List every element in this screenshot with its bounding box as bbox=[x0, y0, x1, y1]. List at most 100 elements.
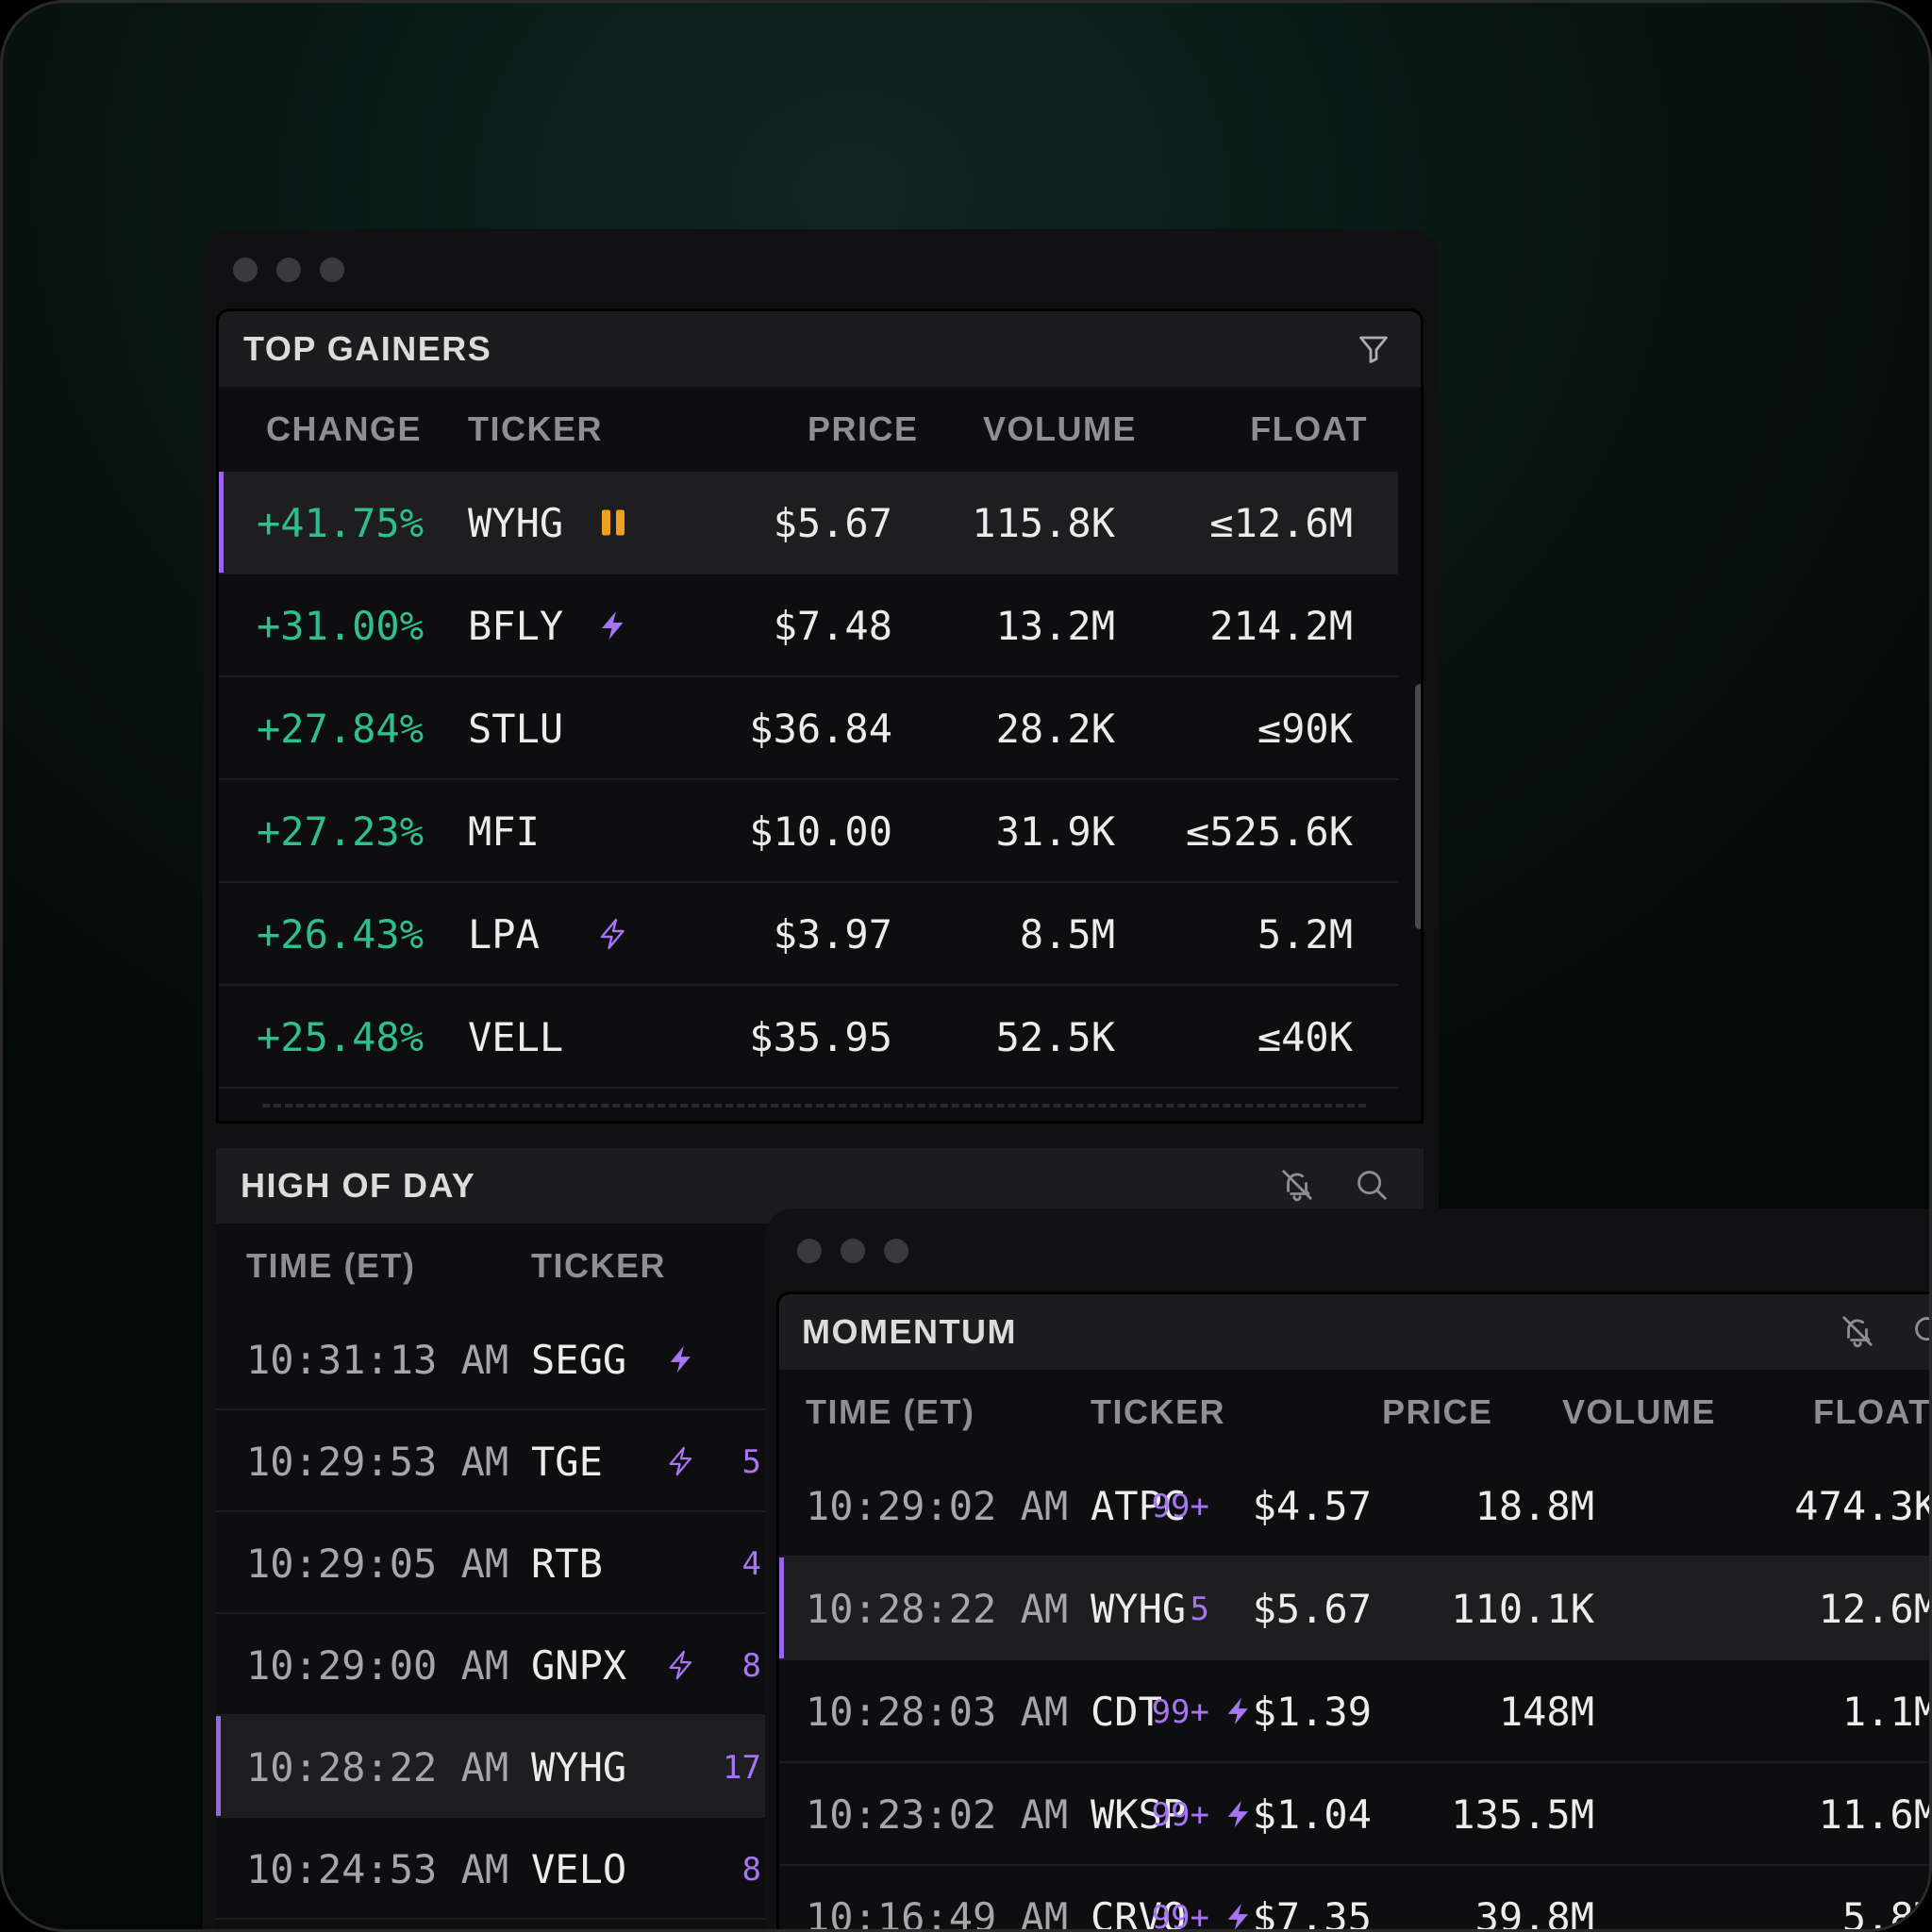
selection-indicator bbox=[216, 1716, 221, 1816]
window-close-button[interactable] bbox=[233, 258, 258, 282]
window-minimize-button[interactable] bbox=[841, 1239, 865, 1263]
time-cell: 10:29:05 AM bbox=[246, 1541, 509, 1587]
change-cell: +31.00% bbox=[257, 603, 425, 649]
window-zoom-button[interactable] bbox=[884, 1239, 908, 1263]
partial-row bbox=[219, 1104, 1398, 1121]
float-cell: ≤525.6K bbox=[1185, 808, 1353, 855]
price-cell: $7.35 bbox=[1252, 1894, 1372, 1932]
price-cell: $5.67 bbox=[1252, 1586, 1372, 1632]
table-row[interactable]: +31.00% BFLY $7.48 13.2M 214.2M bbox=[219, 575, 1398, 677]
count-badge: 8 bbox=[741, 1647, 761, 1685]
halt-icon bbox=[596, 506, 630, 540]
ticker-cell: SEGG bbox=[531, 1337, 627, 1383]
time-cell: 10:16:49 AM bbox=[806, 1894, 1069, 1932]
float-cell: 5.8M bbox=[1841, 1894, 1932, 1932]
float-cell: ≤12.6M bbox=[1209, 500, 1353, 546]
float-cell: 1.1M bbox=[1841, 1689, 1932, 1735]
window-controls bbox=[233, 258, 344, 282]
change-cell: +25.48% bbox=[257, 1014, 425, 1060]
filter-icon[interactable] bbox=[1357, 332, 1391, 366]
price-cell: $4.57 bbox=[1252, 1483, 1372, 1529]
table-row[interactable]: +41.75% WYHG $5.67 115.8K ≤12.6M bbox=[219, 472, 1398, 575]
column-header-ticker[interactable]: TICKER bbox=[1091, 1370, 1225, 1455]
column-header-change[interactable]: CHANGE bbox=[266, 387, 422, 472]
panel-title: HIGH OF DAY bbox=[241, 1166, 476, 1205]
column-header-ticker[interactable]: TICKER bbox=[531, 1224, 666, 1308]
time-cell: 10:28:03 AM bbox=[806, 1689, 1069, 1735]
column-header-volume[interactable]: VOLUME bbox=[983, 387, 1137, 472]
table-row[interactable]: 10:29:02 AM ATPC $4.57 18.8M 474.3K 99+ bbox=[779, 1455, 1932, 1557]
window-close-button[interactable] bbox=[797, 1239, 822, 1263]
ticker-cell: VELO bbox=[531, 1846, 627, 1892]
time-cell: 10:29:53 AM bbox=[246, 1439, 509, 1485]
volume-cell: 110.1K bbox=[1451, 1586, 1594, 1632]
time-cell: 10:23:02 AM bbox=[806, 1791, 1069, 1838]
table-row[interactable]: 10:28:03 AM CDT $1.39 148M 1.1M 99+ bbox=[779, 1660, 1932, 1763]
table-row[interactable]: +25.48% VELL $35.95 52.5K ≤40K bbox=[219, 986, 1398, 1089]
table-row[interactable]: +27.84% STLU $36.84 28.2K ≤90K bbox=[219, 677, 1398, 780]
count-badge: 5 bbox=[741, 1443, 761, 1481]
window-minimize-button[interactable] bbox=[276, 258, 301, 282]
float-cell: ≤90K bbox=[1257, 706, 1353, 752]
table-row[interactable]: 10:29:05 AM RTB 4 bbox=[216, 1512, 773, 1614]
count-badge: 4 bbox=[741, 1545, 761, 1583]
panel-title: TOP GAINERS bbox=[243, 329, 492, 368]
ticker-cell: RTB bbox=[531, 1541, 603, 1587]
bell-off-icon[interactable] bbox=[1840, 1313, 1875, 1349]
table-row[interactable]: 10:24:53 AM VELO 8 bbox=[216, 1818, 773, 1920]
change-cell: +41.75% bbox=[257, 500, 425, 546]
app-frame: TOP GAINERS CHANGE TICKER PRICE VOLUME F… bbox=[0, 0, 1932, 1932]
table-row[interactable]: 10:29:53 AM TGE 5 bbox=[216, 1410, 773, 1512]
column-header-price[interactable]: PRICE bbox=[1382, 1370, 1493, 1455]
ticker-cell: GNPX bbox=[531, 1642, 627, 1689]
lightning-filled-icon bbox=[1223, 1694, 1255, 1728]
change-cell: +27.84% bbox=[257, 706, 425, 752]
lightning-filled-icon bbox=[1223, 1797, 1255, 1831]
price-cell: $36.84 bbox=[749, 706, 892, 752]
time-cell: 10:29:00 AM bbox=[246, 1642, 509, 1689]
time-cell: 10:28:22 AM bbox=[806, 1586, 1069, 1632]
table-row[interactable]: +27.23% MFI $10.00 31.9K ≤525.6K bbox=[219, 780, 1398, 883]
change-cell: +27.23% bbox=[257, 808, 425, 855]
float-cell: 474.3K bbox=[1794, 1483, 1932, 1529]
ticker-cell: LPA bbox=[468, 911, 540, 958]
window-zoom-button[interactable] bbox=[320, 258, 344, 282]
column-header-float[interactable]: FLOAT bbox=[1250, 387, 1368, 472]
volume-cell: 31.9K bbox=[995, 808, 1115, 855]
table-row[interactable]: 10:16:49 AM CRVO $7.35 39.8M 5.8M 99+ bbox=[779, 1866, 1932, 1932]
price-cell: $1.04 bbox=[1252, 1791, 1372, 1838]
high-of-day-table: 10:31:13 AM SEGG 10:29:53 AM TGE 5 10:29:05 A… bbox=[216, 1308, 773, 1929]
price-cell: $10.00 bbox=[749, 808, 892, 855]
column-header-time[interactable]: TIME (ET) bbox=[806, 1370, 974, 1455]
column-header-ticker[interactable]: TICKER bbox=[468, 387, 603, 472]
table-row[interactable]: 10:23:02 AM WKSP $1.04 135.5M 11.6M 99+ bbox=[779, 1763, 1929, 1866]
column-header-price[interactable]: PRICE bbox=[808, 387, 919, 472]
count-badge: 99+ bbox=[1151, 1796, 1209, 1834]
bell-off-icon[interactable] bbox=[1279, 1167, 1315, 1203]
search-icon[interactable] bbox=[1354, 1167, 1390, 1203]
scrollbar-thumb[interactable] bbox=[1415, 684, 1421, 929]
table-header: CHANGE TICKER PRICE VOLUME FLOAT bbox=[219, 387, 1421, 472]
float-cell: ≤40K bbox=[1257, 1014, 1353, 1060]
table-row[interactable]: 10:29:00 AM GNPX 8 bbox=[216, 1614, 773, 1716]
count-badge: 17 bbox=[723, 1749, 761, 1787]
change-cell: +26.43% bbox=[257, 911, 425, 958]
search-icon[interactable] bbox=[1911, 1313, 1932, 1349]
price-cell: $35.95 bbox=[749, 1014, 892, 1060]
lightning-filled-icon bbox=[665, 1342, 697, 1376]
float-cell: 12.6M bbox=[1818, 1586, 1932, 1632]
table-row[interactable]: 10:31:13 AM SEGG bbox=[216, 1308, 773, 1410]
count-badge: 5 bbox=[1190, 1591, 1209, 1628]
column-header-volume[interactable]: VOLUME bbox=[1562, 1370, 1716, 1455]
selection-indicator bbox=[219, 472, 224, 573]
momentum-window: MOMENTUM TIME (ET) TICKER PRICE VOLUME F… bbox=[765, 1208, 1932, 1932]
column-header-float[interactable]: FLOAT bbox=[1813, 1370, 1929, 1455]
column-header-time[interactable]: TIME (ET) bbox=[246, 1224, 415, 1308]
lightning-outline-icon bbox=[665, 1648, 697, 1682]
ticker-cell: WYHG bbox=[468, 500, 564, 546]
table-row[interactable]: +26.43% LPA $3.97 8.5M 5.2M bbox=[219, 883, 1398, 986]
table-row[interactable]: 10:28:22 AM WYHG $5.67 110.1K 12.6M 5 bbox=[779, 1557, 1932, 1660]
panel-header: TOP GAINERS bbox=[219, 311, 1421, 387]
momentum-panel: MOMENTUM TIME (ET) TICKER PRICE VOLUME F… bbox=[776, 1291, 1932, 1932]
table-row[interactable]: 10:28:22 AM WYHG 17 bbox=[216, 1716, 773, 1818]
